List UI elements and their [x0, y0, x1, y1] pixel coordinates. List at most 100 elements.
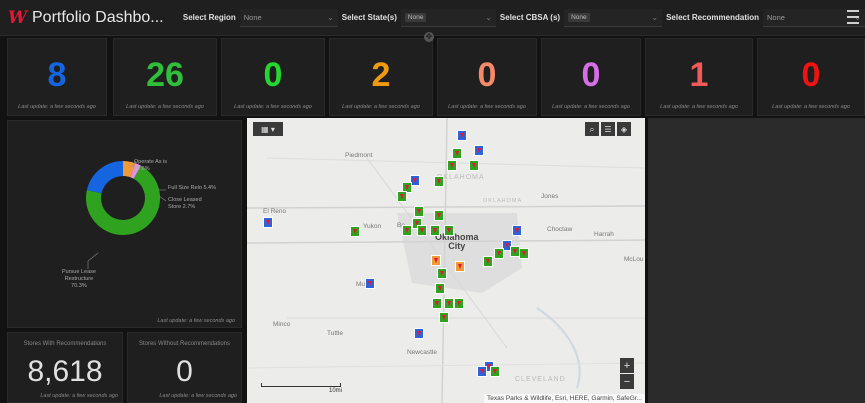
place-label: Newcastle [407, 349, 437, 356]
empty-panel [648, 118, 865, 403]
place-label: Mu [356, 281, 366, 288]
store-marker[interactable] [477, 366, 487, 377]
chevron-down-icon: ⌄ [651, 12, 659, 22]
kpi-value: 26 [146, 56, 184, 94]
region-select[interactable]: None ⌄ [239, 8, 338, 27]
store-marker[interactable] [350, 226, 360, 237]
store-marker[interactable] [444, 225, 454, 236]
store-marker[interactable] [431, 255, 441, 266]
search-icon[interactable]: ⌕ [585, 122, 599, 136]
place-label: Jones [541, 193, 559, 200]
leader-line [87, 252, 99, 269]
stores-without-recommendations-tile: Stores Without Recommendations 0 Last up… [127, 332, 242, 403]
cbsa-select[interactable]: None ⌄ [564, 8, 663, 27]
store-marker[interactable] [432, 298, 442, 309]
place-label: Tuttle [327, 330, 344, 337]
store-marker[interactable] [365, 278, 375, 289]
last-update-text: Last update: a few seconds ago [448, 104, 526, 110]
chevron-down-icon: ⌄ [485, 12, 492, 22]
kpi-tile: 0 Last update: a few seconds ago [221, 38, 325, 116]
stat-value: 0 [176, 355, 193, 388]
kpi-tile: 0 Last update: a few seconds ago [437, 38, 537, 116]
store-marker[interactable] [483, 256, 493, 267]
place-label: Oklahoma City [435, 232, 479, 251]
last-update-text: Last update: a few seconds ago [126, 104, 204, 110]
store-marker[interactable] [452, 148, 462, 159]
store-marker[interactable] [512, 225, 522, 236]
page-title: Portfolio Dashbo... [32, 8, 164, 26]
store-marker[interactable] [402, 225, 412, 236]
store-marker[interactable] [457, 130, 467, 141]
donut-label-close: Close Leased Store 2.7% [168, 197, 202, 210]
donut-label-pursue: Pursue Lease Restructure 70.3% [62, 269, 96, 289]
legend-icon[interactable]: ☰ [601, 122, 615, 136]
stat-title: Stores With Recommendations [23, 341, 107, 347]
donut-slice[interactable] [86, 161, 123, 194]
kpi-value: 2 [371, 56, 391, 94]
place-label: Choctaw [547, 226, 573, 233]
store-marker[interactable] [455, 261, 465, 272]
last-update-text: Last update: a few seconds ago [772, 104, 850, 110]
basemap-toggle-button[interactable]: ▦ ▾ [253, 122, 283, 136]
last-update-text: Last update: a few seconds ago [40, 393, 118, 399]
store-map[interactable]: ▦ ▾ ⌕ ☰ ◈ + − Piedmont El Reno Yukon Okl… [247, 118, 645, 403]
store-marker[interactable] [439, 312, 449, 323]
store-marker[interactable] [447, 160, 457, 171]
recommendation-filter: Select Recommendation None ⌄ [666, 0, 865, 36]
state-filter-label: Select State(s) [341, 13, 397, 22]
region-filter: Select Region None ⌄ [183, 0, 338, 36]
last-update-text: Last update: a few seconds ago [159, 393, 237, 399]
store-marker[interactable] [454, 298, 464, 309]
stores-with-recommendations-tile: Stores With Recommendations 8,618 Last u… [7, 332, 123, 403]
store-marker[interactable] [263, 217, 273, 228]
zoom-out-button[interactable]: − [620, 374, 634, 389]
store-marker[interactable] [434, 176, 444, 187]
kpi-tile: 0 Last update: a few seconds ago [541, 38, 641, 116]
place-label: Harrah [594, 231, 614, 238]
donut-label-fullsize: Full Size Relo 5.4% [168, 185, 216, 191]
store-marker[interactable] [469, 160, 479, 171]
map-scale-bar [261, 383, 341, 387]
store-marker[interactable] [414, 328, 424, 339]
last-update-text: Last update: a few seconds ago [234, 104, 312, 110]
store-marker[interactable] [444, 298, 454, 309]
place-label: Piedmont [345, 152, 373, 159]
kpi-tile: 26 Last update: a few seconds ago [113, 38, 217, 116]
store-marker[interactable] [435, 283, 445, 294]
last-update-text: Last update: a few seconds ago [552, 104, 630, 110]
stat-value: 8,618 [27, 355, 103, 388]
app-header: W Portfolio Dashbo... Select Region None… [0, 0, 865, 36]
place-label: El Reno [263, 208, 287, 215]
store-marker[interactable] [437, 268, 447, 279]
cbsa-filter: Select CBSA (s) None ⌄ [500, 0, 663, 36]
layers-icon[interactable]: ◈ [617, 122, 631, 136]
store-marker[interactable] [397, 191, 407, 202]
walgreens-logo: W [8, 7, 28, 28]
place-label: Minco [273, 321, 291, 328]
map-attribution: Texas Parks & Wildlife, Esri, HERE, Garm… [484, 394, 645, 403]
recommendation-filter-label: Select Recommendation [666, 13, 759, 22]
zoom-in-button[interactable]: + [620, 358, 634, 373]
kpi-value: 0 [581, 56, 601, 94]
kpi-tile: 2 Last update: a few seconds ago [329, 38, 433, 116]
store-marker[interactable] [519, 248, 529, 259]
store-marker[interactable] [414, 206, 424, 217]
kpi-value: 8 [47, 56, 67, 94]
store-marker[interactable] [434, 210, 444, 221]
store-marker[interactable] [417, 225, 427, 236]
place-label: OKLAHOMA [483, 198, 523, 204]
kpi-value: 0 [263, 56, 283, 94]
menu-icon[interactable] [847, 10, 859, 24]
store-marker[interactable] [430, 225, 440, 236]
leader-line [158, 195, 167, 202]
kpi-tile: 8 Last update: a few seconds ago [7, 38, 107, 116]
state-select[interactable]: None ⌄ [400, 8, 496, 27]
store-marker[interactable] [494, 248, 504, 259]
move-handle-icon[interactable]: ✥ [424, 32, 434, 42]
store-marker[interactable] [474, 145, 484, 156]
region-filter-label: Select Region [182, 13, 236, 22]
kpi-value: 0 [801, 56, 821, 94]
recommendation-select-value: None [767, 12, 785, 22]
map-basemap [247, 118, 645, 403]
store-marker[interactable] [490, 366, 500, 377]
